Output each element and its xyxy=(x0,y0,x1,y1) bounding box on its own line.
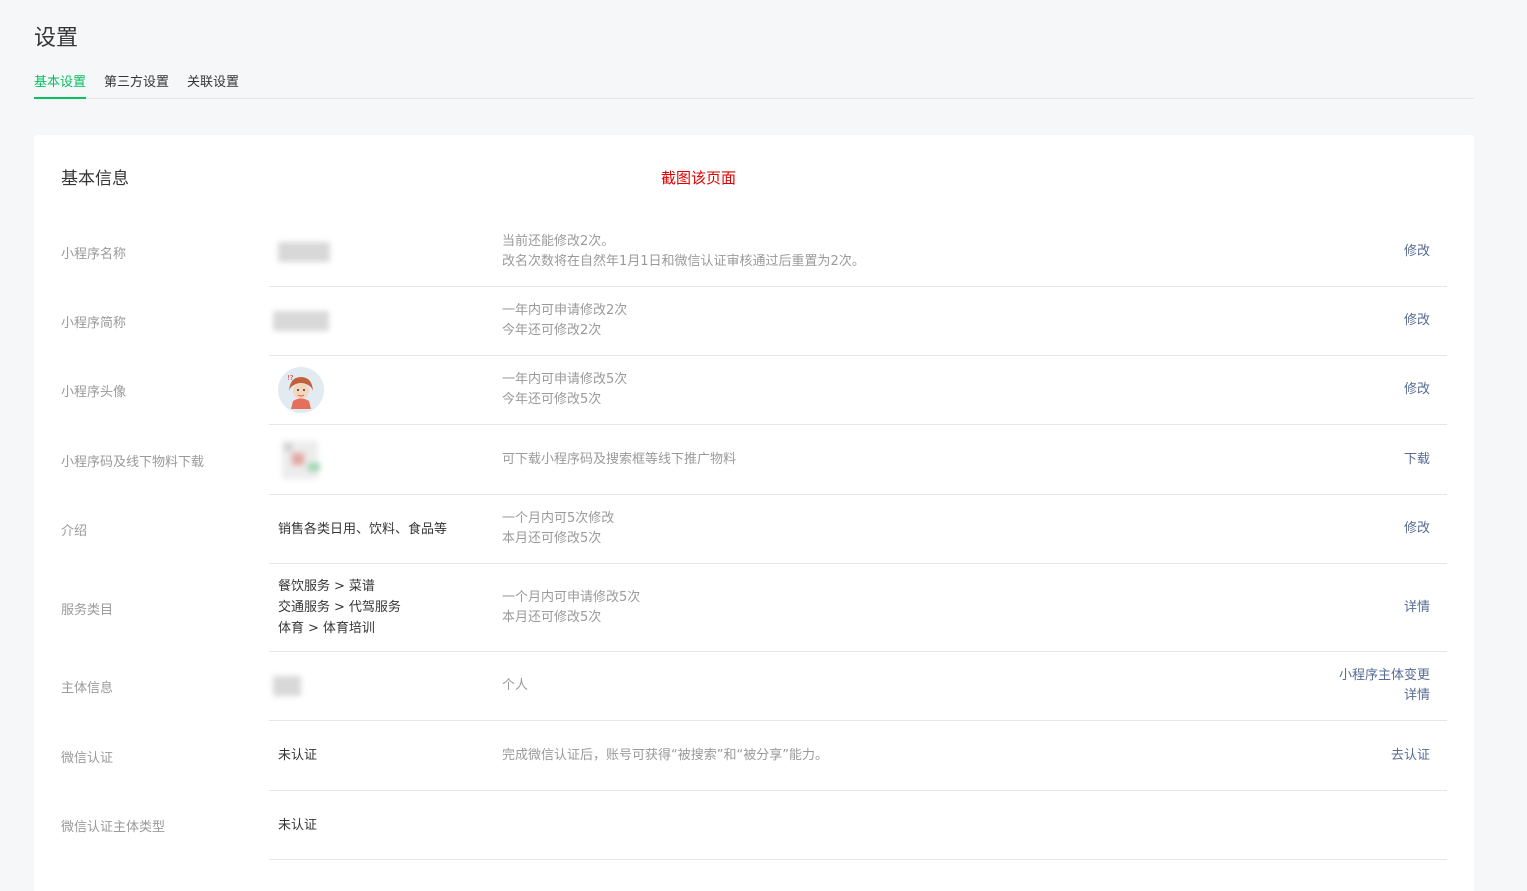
row-label: 主体信息 xyxy=(61,681,114,696)
tab-association-settings[interactable]: 关联设置 xyxy=(187,72,239,99)
row-verify: 微信认证 未认证 完成微信认证后，账号可获得“被搜索”和“被分享”能力。 去认证 xyxy=(61,721,1447,791)
row-label: 微信认证 xyxy=(61,750,114,766)
row-entity: 主体信息 个人 小程序主体变更 详情 xyxy=(61,652,1447,721)
verify-type-value: 未认证 xyxy=(278,817,318,833)
row-label: 小程序码及线下物料下载 xyxy=(61,454,205,470)
row-avatar: 小程序头像 !? 一年内可申请修改5次 今年还可修改5次 修改 xyxy=(61,356,1447,425)
tab-basic-settings[interactable]: 基本设置 xyxy=(34,72,87,99)
card-title: 基本信息 xyxy=(61,169,129,189)
row-desc: 一个月内可5次修改 本月还可修改5次 xyxy=(502,511,615,546)
category-list: 餐饮服务 > 菜谱 交通服务 > 代驾服务 体育 > 体育培训 xyxy=(278,564,498,651)
row-desc: 可下载小程序码及搜索框等线下推广物料 xyxy=(502,451,737,467)
edit-name-link[interactable]: 修改 xyxy=(1404,242,1430,262)
basic-info-card: 基本信息 截图该页面 小程序名称 当前还能修改2次。 改名次数将在自然年1月1日… xyxy=(34,135,1474,891)
row-label: 小程序头像 xyxy=(61,385,127,400)
row-label: 小程序名称 xyxy=(61,246,127,262)
row-label: 微信认证主体类型 xyxy=(61,820,166,835)
row-short-name: 小程序简称 一年内可申请修改2次 今年还可修改2次 修改 xyxy=(61,287,1447,356)
tab-third-party-settings[interactable]: 第三方设置 xyxy=(104,72,169,99)
row-desc: 完成微信认证后，账号可获得“被搜索”和“被分享”能力。 xyxy=(502,747,828,763)
row-label: 服务类目 xyxy=(61,602,114,618)
row-intro: 介绍 销售各类日用、饮料、食品等 一个月内可5次修改 本月还可修改5次 修改 xyxy=(61,495,1447,564)
name-value-redacted xyxy=(278,217,498,286)
edit-intro-link[interactable]: 修改 xyxy=(1404,519,1430,539)
row-label: 介绍 xyxy=(61,524,88,539)
intro-value: 销售各类日用、饮料、食品等 xyxy=(278,521,448,537)
edit-short-name-link[interactable]: 修改 xyxy=(1404,311,1430,331)
screenshot-note: 截图该页面 xyxy=(661,169,737,187)
short-name-value-redacted xyxy=(273,287,498,355)
row-category: 服务类目 餐饮服务 > 菜谱 交通服务 > 代驾服务 体育 > 体育培训 一个月内可申请修改… xyxy=(61,564,1447,652)
settings-tabs: 基本设置 第三方设置 关联设置 xyxy=(34,72,1474,99)
download-qrcode-link[interactable]: 下载 xyxy=(1404,450,1430,470)
go-verify-link[interactable]: 去认证 xyxy=(1391,746,1430,766)
row-desc: 当前还能修改2次。 改名次数将在自然年1月1日和微信认证审核通过后重置为2次。 xyxy=(502,233,865,269)
row-desc: 个人 xyxy=(502,678,529,693)
row-desc: 一个月内可申请修改5次 本月还可修改5次 xyxy=(502,589,641,625)
row-label: 小程序简称 xyxy=(61,316,127,331)
info-rows: 小程序名称 当前还能修改2次。 改名次数将在自然年1月1日和微信认证审核通过后重… xyxy=(61,217,1447,860)
change-entity-link[interactable]: 小程序主体变更 xyxy=(1339,666,1430,686)
row-verify-type: 微信认证主体类型 未认证 xyxy=(61,791,1447,860)
qrcode-image xyxy=(278,439,324,481)
row-name: 小程序名称 当前还能修改2次。 改名次数将在自然年1月1日和微信认证审核通过后重… xyxy=(61,217,1447,287)
avatar-image: !? xyxy=(278,367,324,413)
edit-avatar-link[interactable]: 修改 xyxy=(1404,380,1430,400)
row-qrcode: 小程序码及线下物料下载 可下载小程序码及搜索框等线下推广物料 下载 xyxy=(61,425,1447,495)
category-item: 交通服务 > 代驾服务 xyxy=(278,600,401,615)
verify-value: 未认证 xyxy=(278,748,318,763)
category-item: 体育 > 体育培训 xyxy=(278,621,375,636)
entity-detail-link[interactable]: 详情 xyxy=(1404,686,1430,706)
entity-value-redacted xyxy=(273,652,498,720)
category-item: 餐饮服务 > 菜谱 xyxy=(278,579,375,594)
row-desc: 一年内可申请修改5次 今年还可修改5次 xyxy=(502,372,628,407)
svg-text:!?: !? xyxy=(287,374,294,382)
page-title: 设置 xyxy=(34,26,79,51)
row-desc: 一年内可申请修改2次 今年还可修改2次 xyxy=(502,303,628,338)
category-detail-link[interactable]: 详情 xyxy=(1404,598,1430,618)
